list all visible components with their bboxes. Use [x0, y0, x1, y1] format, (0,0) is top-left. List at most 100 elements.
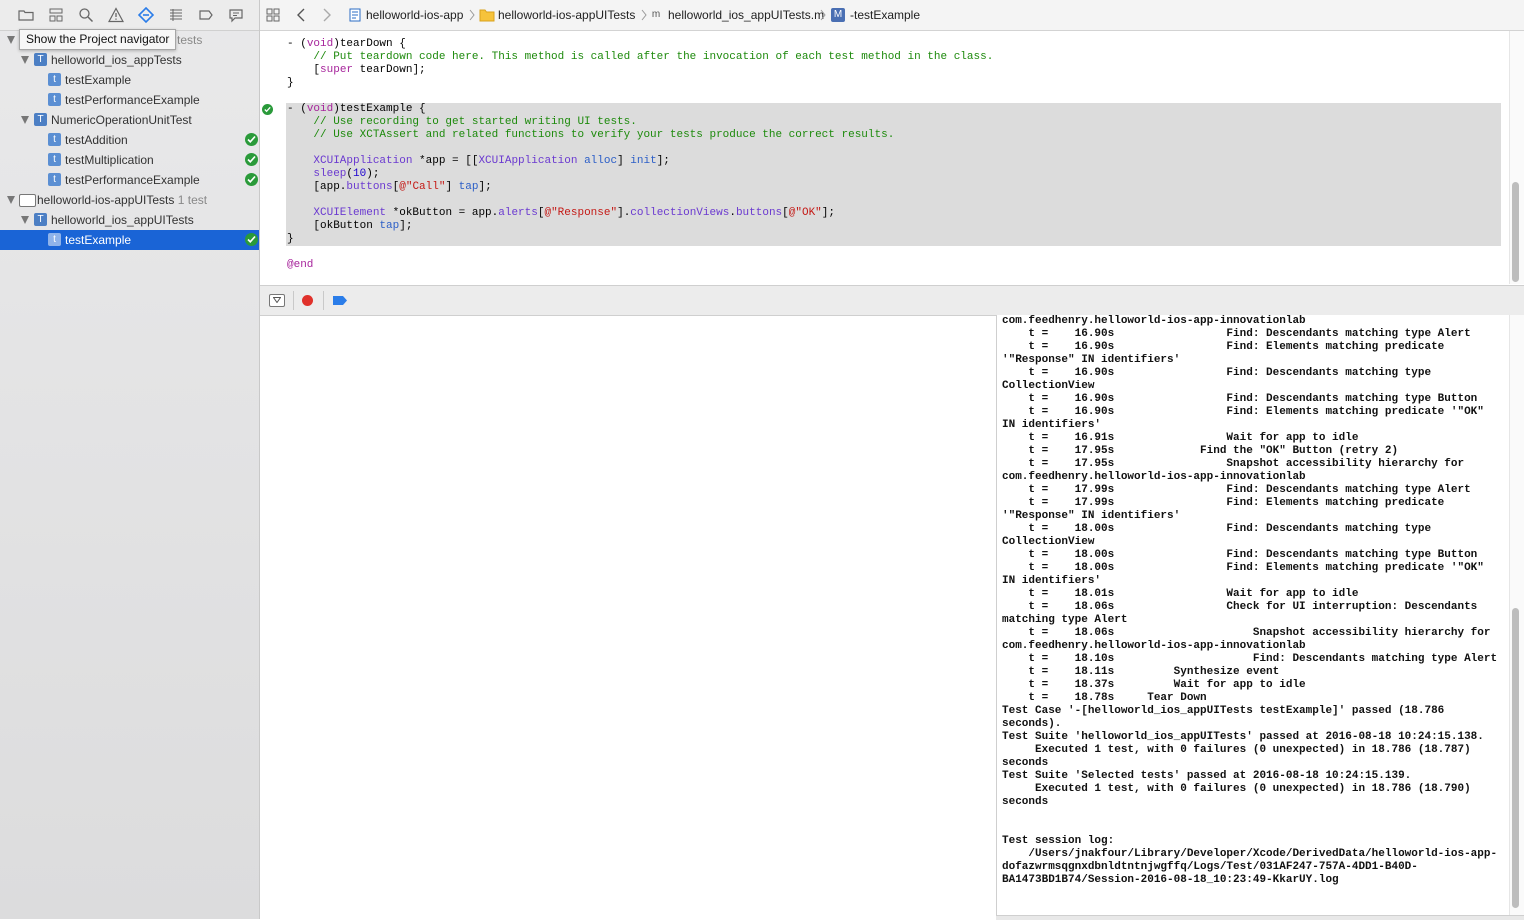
symbol-navigator-icon[interactable]	[48, 7, 64, 23]
console-line: Test Case '-[helloworld_ios_appUITests t…	[1002, 705, 1445, 717]
console-line: t = 16.90s Find: Descendants matching ty…	[1002, 367, 1432, 379]
navigator-panel: Show the Project navigator tests T hello…	[0, 0, 260, 919]
test-method-icon: t	[48, 133, 61, 146]
breakpoint-navigator-icon[interactable]	[198, 7, 214, 23]
console-line: /Users/jnakfour/Library/Developer/Xcode/…	[1002, 848, 1498, 860]
code-comment: // Put teardown code here. This method i…	[287, 51, 994, 63]
method-icon: M	[831, 8, 845, 22]
console-line: Test Suite 'Selected tests' passed at 20…	[1002, 770, 1412, 782]
console-line: t = 18.00s Find: Descendants matching ty…	[1002, 549, 1478, 561]
console-line: t = 18.06s Check for UI interruption: De…	[1002, 601, 1478, 613]
jump-bar-file[interactable]: helloworld_ios_appUITests.m	[668, 0, 824, 30]
test-method-icon: t	[48, 73, 61, 86]
test-passed-icon[interactable]	[245, 173, 258, 186]
breakpoints-toggle-icon[interactable]	[332, 295, 348, 306]
console-output[interactable]: com.feedhenry.helloworld-ios-app-innovat…	[996, 315, 1509, 916]
debug-navigator-icon[interactable]	[168, 7, 184, 23]
tree-row-testmultiplication[interactable]: t testMultiplication	[0, 150, 259, 170]
related-items-icon[interactable]	[266, 8, 280, 22]
console-line: '"Response" IN identifiers'	[1002, 354, 1181, 366]
console-line: CollectionView	[1002, 380, 1095, 392]
divider	[293, 291, 294, 310]
console-line: t = 16.90s Find: Elements matching predi…	[1002, 406, 1484, 418]
code-line: [app.buttons[@"Call"] tap];	[287, 181, 492, 193]
code-comment: // Use recording to get started writing …	[287, 116, 637, 128]
report-navigator-icon[interactable]	[228, 7, 244, 23]
console-footer	[996, 915, 1524, 920]
console-line: seconds	[1002, 757, 1049, 769]
code-line: XCUIApplication *app = [[XCUIApplication…	[313, 155, 670, 167]
disclosure-triangle-icon[interactable]	[7, 36, 15, 44]
folder-icon	[479, 9, 495, 22]
code-line: - (void)testExample {	[287, 103, 426, 115]
tree-row-testexample[interactable]: t testExample	[0, 70, 259, 90]
divider	[323, 291, 324, 310]
console-line: matching type Alert	[1002, 614, 1128, 626]
tree-row-helloworld-ios-apptests[interactable]: T helloworld_ios_appTests	[0, 50, 259, 70]
console-line: t = 16.90s Find: Elements matching predi…	[1002, 341, 1445, 353]
test-passed-icon[interactable]	[245, 153, 258, 166]
console-line: t = 18.37s Wait for app to idle	[1002, 679, 1306, 691]
jump-bar-project[interactable]: helloworld-ios-app	[366, 0, 463, 30]
tree-row-testexample-selected[interactable]: t testExample	[0, 230, 259, 250]
console-line: BA1473BD1B74/Session-2016-08-18_10:23:49…	[1002, 874, 1339, 886]
hide-debug-area-button[interactable]	[269, 294, 285, 307]
code-line: [super tearDown];	[287, 64, 426, 76]
test-navigator-icon[interactable]	[138, 7, 154, 23]
jump-bar-method[interactable]: -testExample	[850, 0, 920, 30]
breadcrumb-separator-icon	[820, 9, 826, 21]
code-line: }	[287, 77, 294, 89]
test-method-icon: t	[48, 93, 61, 106]
console-line: t = 18.10s Find: Descendants matching ty…	[1002, 653, 1498, 665]
console-line: t = 16.90s Find: Descendants matching ty…	[1002, 328, 1471, 340]
code-line: sleep(10);	[313, 168, 380, 180]
back-chevron-icon[interactable]	[296, 8, 306, 22]
tree-row-testperformanceexample[interactable]: t testPerformanceExample	[0, 90, 259, 110]
code-line: XCUIElement *okButton = app.alerts[@"Res…	[313, 207, 835, 219]
debug-bar	[260, 285, 1524, 316]
test-passed-icon[interactable]	[245, 133, 258, 146]
tooltip: Show the Project navigator	[19, 29, 177, 50]
console-line: Executed 1 test, with 0 failures (0 unex…	[1002, 783, 1471, 795]
test-passed-icon[interactable]	[245, 233, 258, 246]
code-line: @end	[287, 259, 314, 271]
tree-row-testaddition[interactable]: t testAddition	[0, 130, 259, 150]
console-line: t = 17.95s Find the "OK" Button (retry 2…	[1002, 445, 1399, 457]
warning-icon[interactable]	[108, 7, 124, 23]
disclosure-triangle-icon[interactable]	[21, 116, 29, 124]
console-line: dofazwrmsqgnxdbnldtntnjwgffq/Logs/Test/0…	[1002, 861, 1418, 873]
console-line: t = 16.91s Wait for app to idle	[1002, 432, 1359, 444]
navigator-toolbar	[0, 0, 259, 31]
disclosure-triangle-icon[interactable]	[21, 56, 29, 64]
disclosure-triangle-icon[interactable]	[21, 216, 29, 224]
console-line: Executed 1 test, with 0 failures (0 unex…	[1002, 744, 1471, 756]
console-line: t = 16.90s Find: Descendants matching ty…	[1002, 393, 1478, 405]
project-file-icon	[349, 8, 361, 22]
console-line: t = 18.01s Wait for app to idle	[1002, 588, 1359, 600]
disclosure-triangle-icon[interactable]	[7, 196, 15, 204]
test-class-icon: T	[34, 213, 47, 226]
test-class-icon: T	[34, 53, 47, 66]
record-icon[interactable]	[302, 295, 313, 306]
forward-chevron-icon[interactable]	[322, 8, 332, 22]
tree-row-testperformanceexample-2[interactable]: t testPerformanceExample	[0, 170, 259, 190]
console-line: CollectionView	[1002, 536, 1095, 548]
jump-bar-group[interactable]: helloworld-ios-appUITests	[498, 0, 635, 30]
test-method-icon: t	[48, 153, 61, 166]
test-passed-icon[interactable]	[262, 104, 273, 115]
folder-icon[interactable]	[18, 7, 34, 23]
console-line: IN identifiers'	[1002, 575, 1102, 587]
tree-row-helloworld-ios-appuitests-bundle[interactable]: helloworld-ios-appUITests 1 test	[0, 190, 259, 210]
console-line: t = 17.99s Find: Elements matching predi…	[1002, 497, 1445, 509]
console-scroll-thumb[interactable]	[1512, 608, 1519, 908]
tree-row-helloworld-ios-appuitests[interactable]: T helloworld_ios_appUITests	[0, 210, 259, 230]
objc-file-icon: m	[651, 9, 661, 20]
editor-scroll-thumb[interactable]	[1512, 182, 1519, 282]
search-icon[interactable]	[78, 7, 94, 23]
chevron-down-icon	[273, 297, 281, 303]
test-class-icon: T	[34, 113, 47, 126]
console-line: seconds).	[1002, 718, 1062, 730]
console-line: t = 18.06s Snapshot accessibility hierar…	[1002, 627, 1491, 639]
tree-row-numericoperationunittest[interactable]: T NumericOperationUnitTest	[0, 110, 259, 130]
